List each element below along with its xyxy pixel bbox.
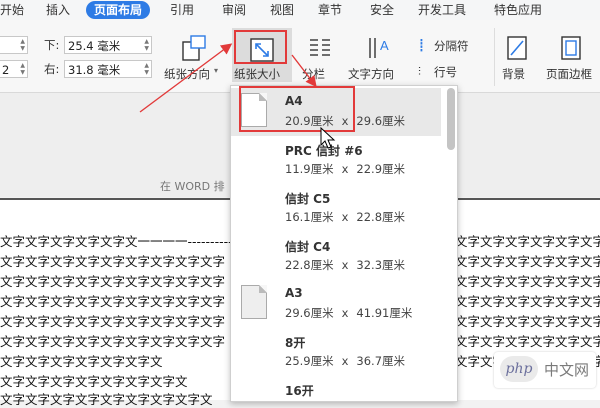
text-line: 文字文字文字文字文字文字 xyxy=(455,314,600,329)
watermark-text: 中文网 xyxy=(544,361,590,379)
option-name: 信封 C4 xyxy=(285,240,331,254)
columns-label: 分栏 xyxy=(302,67,325,81)
margin-right-field[interactable]: 31.8 毫米 ▲ ▼ xyxy=(64,60,152,78)
margin-right-value: 31.8 毫米 xyxy=(68,63,121,77)
paper-size-option-c4[interactable]: 信封 C4 22.8厘米 x 32.3厘米 xyxy=(231,232,441,280)
scrollbar-thumb[interactable] xyxy=(447,88,455,150)
tab-insert[interactable]: 插入 xyxy=(46,1,70,19)
text-line: 文字文字文字文字文字文字文字文 xyxy=(0,374,188,389)
spin-icon[interactable]: ▲ ▼ xyxy=(20,62,25,76)
option-name: A3 xyxy=(285,286,303,300)
line-numbers-label: 行号 xyxy=(434,65,457,79)
line-numbers-icon: ⫶ xyxy=(418,64,421,78)
background-button[interactable]: 背景 xyxy=(498,34,538,86)
text-line: 文字文字文字文字文字文字文字文字文字 xyxy=(0,254,226,269)
margin-right-label: 右: xyxy=(44,62,60,76)
chevron-down-icon: ▾ xyxy=(214,66,219,75)
orientation-button[interactable]: 纸张方向 ▾ xyxy=(164,34,226,86)
margin-top-field[interactable]: ▲ ▼ xyxy=(0,36,28,54)
divider xyxy=(494,28,495,86)
page-border-label: 页面边框 xyxy=(546,67,592,81)
paper-size-option-a3[interactable]: A3 29.6厘米 x 41.91厘米 xyxy=(231,280,441,328)
ribbon-tab-bar: 开始 插入 页面布局 引用 审阅 视图 章节 安全 开发工具 特色应用 xyxy=(0,0,600,20)
columns-icon xyxy=(310,39,330,56)
php-logo: php xyxy=(500,356,538,382)
text-line: 文字文字文字文字文字文字文 xyxy=(0,354,163,369)
text-direction-icon: A xyxy=(369,38,389,58)
line-numbers-button[interactable]: ⫶ 行号 xyxy=(418,64,488,82)
tab-review[interactable]: 审阅 xyxy=(222,1,246,19)
text-line: 文字文字文字文字文字文字 xyxy=(455,294,600,309)
columns-button[interactable]: 分栏 xyxy=(302,34,342,86)
tab-view[interactable]: 视图 xyxy=(270,1,294,19)
tab-developer[interactable]: 开发工具 xyxy=(418,1,466,19)
option-size: 25.9厘米 x 36.7厘米 xyxy=(285,354,406,368)
orientation-icon xyxy=(182,35,206,61)
tab-page-layout[interactable]: 页面布局 xyxy=(86,1,151,19)
orientation-label: 纸张方向 xyxy=(164,67,210,81)
margin-bottom-label: 下: xyxy=(44,38,60,52)
option-name: 8开 xyxy=(285,336,306,350)
background-label: 背景 xyxy=(502,67,525,81)
text-line: 文字文字文字文字文字文字文字文字文字 xyxy=(0,274,226,289)
text-line: 文字文字文字文字文字文字 xyxy=(455,234,600,249)
section-break-button[interactable]: ┋ 分隔符 xyxy=(418,38,488,56)
paper-size-dropdown: A4 20.9厘米 x 29.6厘米 PRC 信封 #6 11.9厘米 x 22.9厘米… xyxy=(230,85,458,402)
page-border-icon xyxy=(561,36,581,60)
text-line: 文字文字文字文字文字文字文字文字文字 xyxy=(0,294,226,309)
paper-size-option-prc6[interactable]: PRC 信封 #6 11.9厘米 x 22.9厘米 xyxy=(231,136,441,184)
paper-size-option-8k[interactable]: 8开 25.9厘米 x 36.7厘米 xyxy=(231,328,441,376)
margin-bottom-field[interactable]: 25.4 毫米 ▲ ▼ xyxy=(64,36,152,54)
highlight-box xyxy=(239,86,355,132)
tab-special[interactable]: 特色应用 xyxy=(494,1,542,19)
text-direction-label: 文字方向 xyxy=(348,67,394,81)
tab-security[interactable]: 安全 xyxy=(370,1,394,19)
margin-left-field[interactable]: 2 ▲ ▼ xyxy=(0,60,28,78)
background-icon xyxy=(507,36,527,60)
margin-left-value: 2 xyxy=(2,63,10,77)
section-break-icon: ┋ xyxy=(418,38,425,52)
page-border-button[interactable]: 页面边框 xyxy=(544,34,600,86)
text-line: 文字文字文字文字文字文字 xyxy=(455,254,600,269)
margin-bottom-value: 25.4 毫米 xyxy=(68,39,121,53)
highlight-box xyxy=(234,30,287,64)
page-header-text: 在 WORD 排 xyxy=(160,180,225,193)
paper-size-option-16k[interactable]: 16开 xyxy=(231,376,441,401)
text-line: 文字文字文字文字文字文字文字文字文字 xyxy=(0,314,226,329)
text-line: 文字文字文字文字文字文字文字文字文 xyxy=(0,392,213,407)
spin-icon[interactable]: ▲ ▼ xyxy=(144,62,149,76)
text-line: 文字文字文字文字文字文一一一一----------- xyxy=(0,234,238,249)
ribbon-toolbar: ▲ ▼ 2 ▲ ▼ 下: 25.4 毫米 ▲ ▼ 右: 31.8 毫米 ▲ ▼ 纸张方向… xyxy=(0,20,600,93)
paper-size-label: 纸张大小 xyxy=(234,67,280,81)
section-break-label: 分隔符 xyxy=(434,39,469,53)
spin-icon[interactable]: ▲ ▼ xyxy=(144,38,149,52)
svg-text:A: A xyxy=(380,38,389,53)
tab-home[interactable]: 开始 xyxy=(0,1,24,19)
tab-chapter[interactable]: 章节 xyxy=(318,1,342,19)
option-name: 16开 xyxy=(285,384,314,398)
page-thumbnail-icon xyxy=(241,285,267,319)
text-line: 文字文字文字文字文字文字 xyxy=(455,274,600,289)
option-size: 29.6厘米 x 41.91厘米 xyxy=(285,306,413,320)
paper-size-option-c5[interactable]: 信封 C5 16.1厘米 x 22.8厘米 xyxy=(231,184,441,232)
option-name: PRC 信封 #6 xyxy=(285,144,363,158)
text-line: 文字文字文字文字文字文字文字文字文字 xyxy=(0,334,226,349)
option-size: 16.1厘米 x 22.8厘米 xyxy=(285,210,406,224)
spin-icon[interactable]: ▲ ▼ xyxy=(20,38,25,52)
option-name: 信封 C5 xyxy=(285,192,331,206)
option-size: 22.8厘米 x 32.3厘米 xyxy=(285,258,406,272)
option-size: 11.9厘米 x 22.9厘米 xyxy=(285,162,406,176)
text-line: 文字文字文字文字文字文字 xyxy=(455,334,600,349)
text-direction-button[interactable]: A 文字方向 xyxy=(348,34,412,86)
php-watermark-logo: php 中文网 xyxy=(494,352,596,388)
tab-references[interactable]: 引用 xyxy=(170,1,194,19)
